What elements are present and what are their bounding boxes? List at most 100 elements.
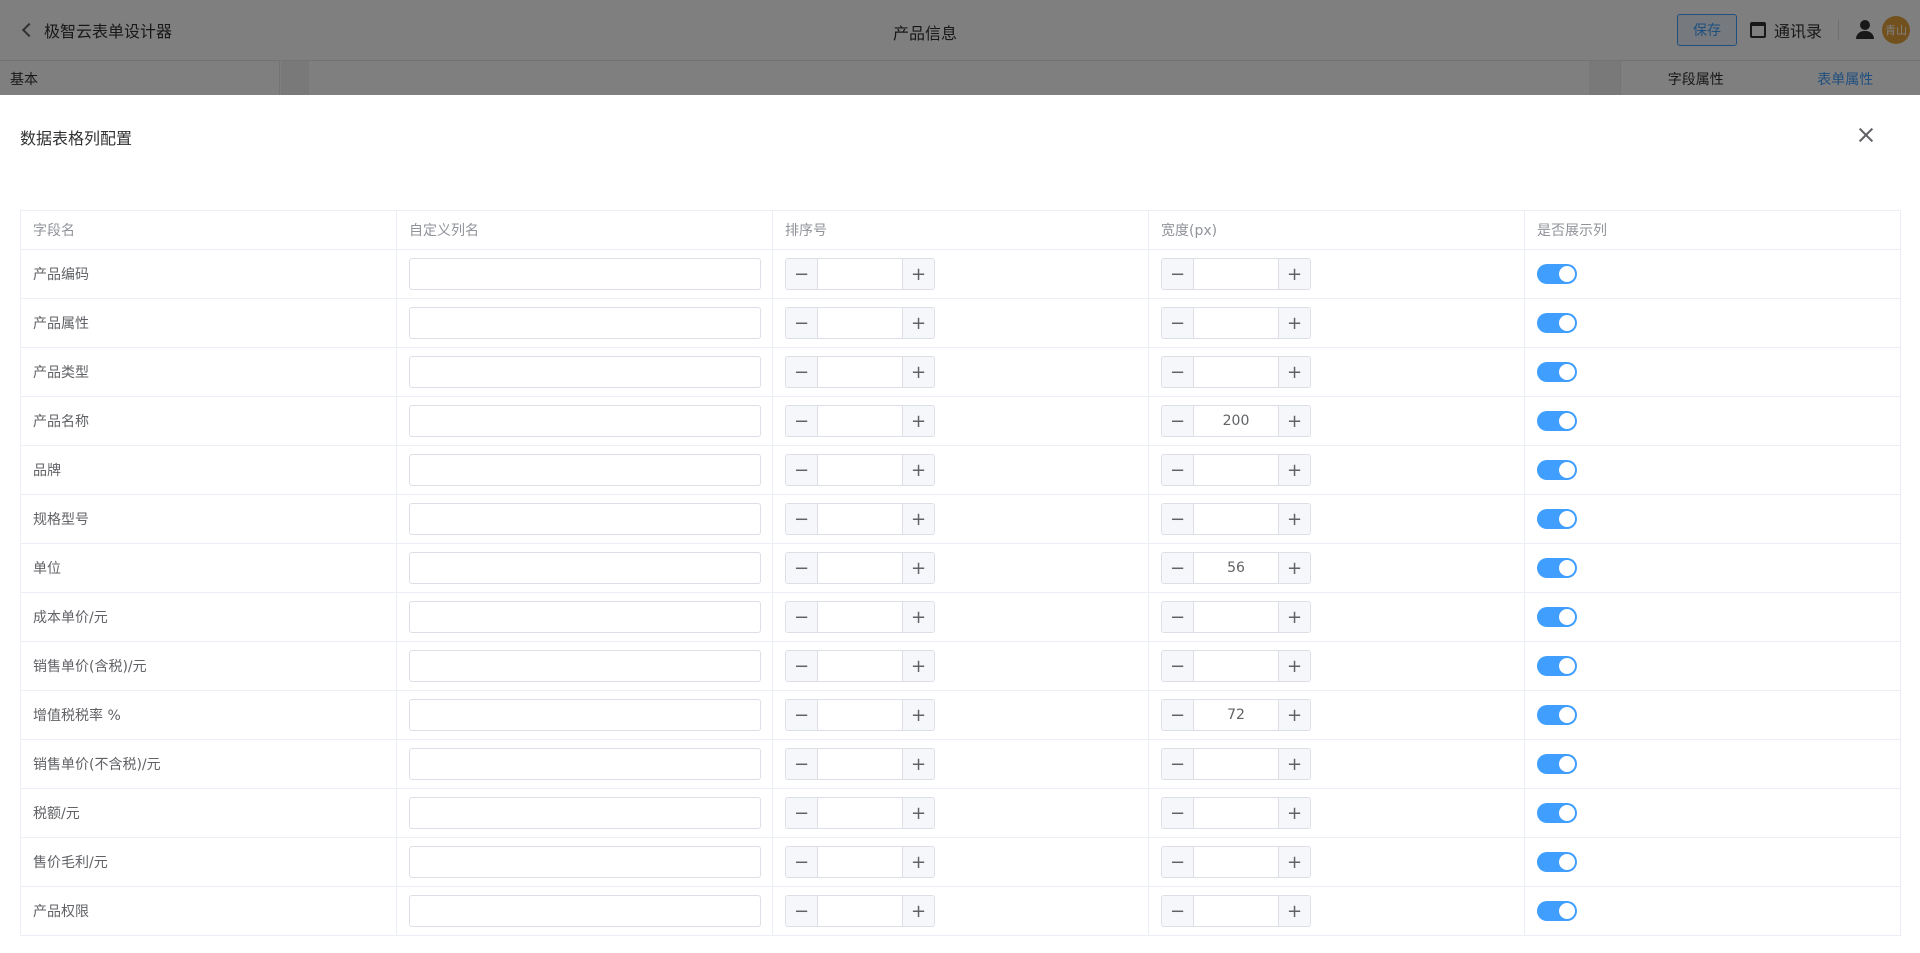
minus-icon[interactable]: −	[1162, 651, 1194, 681]
minus-icon[interactable]: −	[786, 357, 818, 387]
show-column-toggle[interactable]	[1537, 313, 1577, 333]
width-input[interactable]	[1194, 896, 1278, 926]
custom-name-input[interactable]	[409, 601, 761, 633]
plus-icon[interactable]: +	[902, 455, 934, 485]
show-column-toggle[interactable]	[1537, 362, 1577, 382]
minus-icon[interactable]: −	[786, 602, 818, 632]
width-input[interactable]	[1194, 357, 1278, 387]
order-input[interactable]	[818, 749, 902, 779]
minus-icon[interactable]: −	[1162, 406, 1194, 436]
width-input[interactable]	[1194, 651, 1278, 681]
order-input[interactable]	[818, 308, 902, 338]
order-input[interactable]	[818, 700, 902, 730]
plus-icon[interactable]: +	[1278, 406, 1310, 436]
plus-icon[interactable]: +	[1278, 700, 1310, 730]
order-input[interactable]	[818, 798, 902, 828]
minus-icon[interactable]: −	[786, 798, 818, 828]
plus-icon[interactable]: +	[902, 602, 934, 632]
show-column-toggle[interactable]	[1537, 411, 1577, 431]
plus-icon[interactable]: +	[1278, 651, 1310, 681]
minus-icon[interactable]: −	[786, 455, 818, 485]
width-input[interactable]	[1194, 504, 1278, 534]
plus-icon[interactable]: +	[902, 308, 934, 338]
custom-name-input[interactable]	[409, 552, 761, 584]
minus-icon[interactable]: −	[1162, 504, 1194, 534]
show-column-toggle[interactable]	[1537, 509, 1577, 529]
plus-icon[interactable]: +	[902, 847, 934, 877]
order-input[interactable]	[818, 357, 902, 387]
plus-icon[interactable]: +	[1278, 602, 1310, 632]
show-column-toggle[interactable]	[1537, 460, 1577, 480]
minus-icon[interactable]: −	[1162, 749, 1194, 779]
custom-name-input[interactable]	[409, 307, 761, 339]
custom-name-input[interactable]	[409, 503, 761, 535]
minus-icon[interactable]: −	[786, 700, 818, 730]
width-input[interactable]	[1194, 847, 1278, 877]
show-column-toggle[interactable]	[1537, 656, 1577, 676]
order-input[interactable]	[818, 847, 902, 877]
custom-name-input[interactable]	[409, 797, 761, 829]
minus-icon[interactable]: −	[1162, 259, 1194, 289]
order-input[interactable]	[818, 504, 902, 534]
order-input[interactable]	[818, 406, 902, 436]
order-input[interactable]	[818, 259, 902, 289]
custom-name-input[interactable]	[409, 699, 761, 731]
width-input[interactable]	[1194, 700, 1278, 730]
custom-name-input[interactable]	[409, 356, 761, 388]
plus-icon[interactable]: +	[902, 504, 934, 534]
show-column-toggle[interactable]	[1537, 901, 1577, 921]
width-input[interactable]	[1194, 798, 1278, 828]
minus-icon[interactable]: −	[786, 308, 818, 338]
show-column-toggle[interactable]	[1537, 852, 1577, 872]
custom-name-input[interactable]	[409, 748, 761, 780]
plus-icon[interactable]: +	[902, 798, 934, 828]
minus-icon[interactable]: −	[1162, 847, 1194, 877]
show-column-toggle[interactable]	[1537, 705, 1577, 725]
plus-icon[interactable]: +	[902, 553, 934, 583]
width-input[interactable]	[1194, 602, 1278, 632]
width-input[interactable]	[1194, 749, 1278, 779]
plus-icon[interactable]: +	[1278, 357, 1310, 387]
order-input[interactable]	[818, 896, 902, 926]
minus-icon[interactable]: −	[786, 259, 818, 289]
custom-name-input[interactable]	[409, 650, 761, 682]
order-input[interactable]	[818, 455, 902, 485]
minus-icon[interactable]: −	[1162, 602, 1194, 632]
custom-name-input[interactable]	[409, 895, 761, 927]
plus-icon[interactable]: +	[1278, 455, 1310, 485]
minus-icon[interactable]: −	[1162, 553, 1194, 583]
width-input[interactable]	[1194, 553, 1278, 583]
minus-icon[interactable]: −	[786, 749, 818, 779]
plus-icon[interactable]: +	[1278, 847, 1310, 877]
custom-name-input[interactable]	[409, 258, 761, 290]
minus-icon[interactable]: −	[786, 896, 818, 926]
minus-icon[interactable]: −	[786, 504, 818, 534]
plus-icon[interactable]: +	[902, 406, 934, 436]
plus-icon[interactable]: +	[1278, 308, 1310, 338]
show-column-toggle[interactable]	[1537, 558, 1577, 578]
minus-icon[interactable]: −	[1162, 700, 1194, 730]
minus-icon[interactable]: −	[1162, 357, 1194, 387]
minus-icon[interactable]: −	[1162, 455, 1194, 485]
show-column-toggle[interactable]	[1537, 264, 1577, 284]
minus-icon[interactable]: −	[1162, 798, 1194, 828]
plus-icon[interactable]: +	[902, 700, 934, 730]
order-input[interactable]	[818, 651, 902, 681]
custom-name-input[interactable]	[409, 454, 761, 486]
close-icon[interactable]	[1854, 123, 1878, 147]
plus-icon[interactable]: +	[902, 357, 934, 387]
show-column-toggle[interactable]	[1537, 607, 1577, 627]
plus-icon[interactable]: +	[1278, 504, 1310, 534]
order-input[interactable]	[818, 553, 902, 583]
plus-icon[interactable]: +	[1278, 259, 1310, 289]
minus-icon[interactable]: −	[786, 406, 818, 436]
width-input[interactable]	[1194, 308, 1278, 338]
plus-icon[interactable]: +	[902, 749, 934, 779]
plus-icon[interactable]: +	[1278, 749, 1310, 779]
show-column-toggle[interactable]	[1537, 754, 1577, 774]
plus-icon[interactable]: +	[1278, 798, 1310, 828]
minus-icon[interactable]: −	[786, 847, 818, 877]
plus-icon[interactable]: +	[1278, 896, 1310, 926]
plus-icon[interactable]: +	[902, 896, 934, 926]
width-input[interactable]	[1194, 406, 1278, 436]
